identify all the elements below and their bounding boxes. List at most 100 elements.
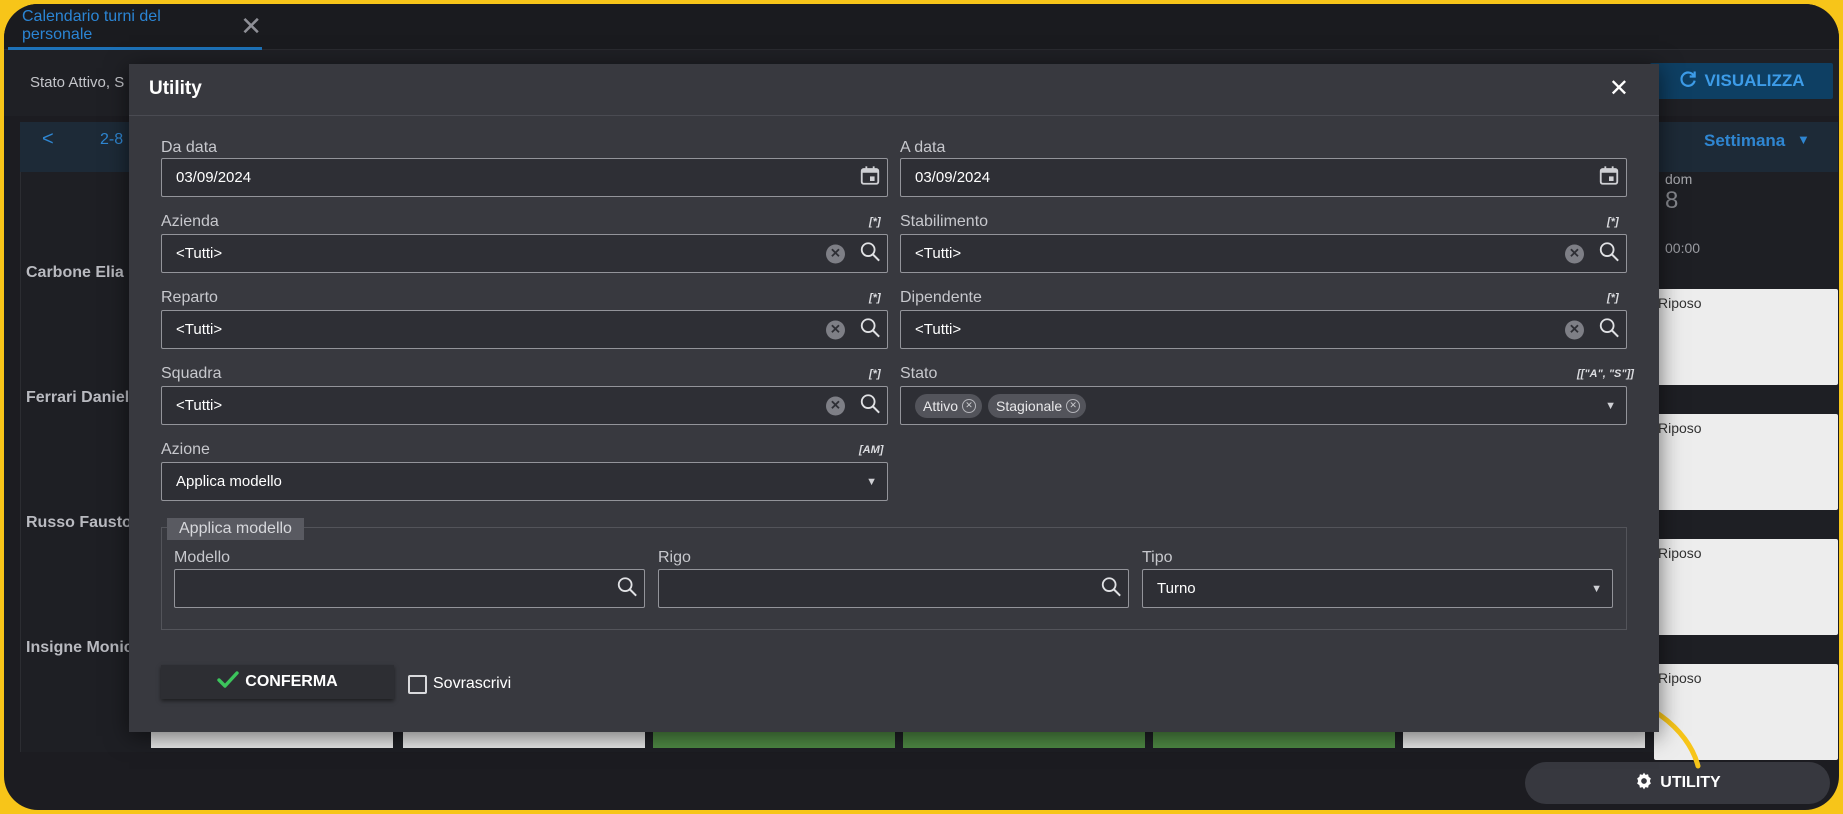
chip-remove-icon[interactable]: ✕ [962,398,977,413]
chip-stagionale[interactable]: Stagionale ✕ [988,393,1087,418]
employee-name: Insigne Monic [26,639,133,656]
modello-label: Modello [174,549,231,566]
reparto-value: <Tutti> [176,321,223,338]
date-range-label: 2-8 [100,131,124,148]
squadra-value: <Tutti> [176,397,223,414]
gear-icon [1634,771,1654,796]
shift-cell[interactable]: Riposo [1654,289,1838,385]
employee-name: Carbone Elia [26,264,124,281]
reparto-label: Reparto [161,289,218,306]
conferma-button[interactable]: CONFERMA [161,665,394,699]
rigo-label: Rigo [658,549,691,566]
search-icon[interactable] [1598,316,1620,343]
clear-icon[interactable]: ✕ [1565,244,1584,263]
tipo-value: Turno [1157,580,1196,597]
stato-label: Stato [900,365,938,382]
search-icon[interactable] [616,575,638,602]
dialog-title: Utility [149,78,202,99]
search-icon[interactable] [859,392,881,419]
azione-select[interactable]: Applica modello ▼ [161,462,888,501]
tipo-select[interactable]: Turno ▼ [1142,569,1613,608]
rigo-input[interactable] [658,569,1129,608]
dialog-header: Utility ✕ [129,64,1659,116]
squadra-hint: [*] [869,368,881,380]
shift-cell[interactable]: Riposo [1654,414,1838,510]
a-data-input[interactable]: 03/09/2024 [900,158,1627,197]
azienda-label: Azienda [161,213,219,230]
azione-label: Azione [161,441,210,458]
clear-icon[interactable]: ✕ [826,320,845,339]
search-icon[interactable] [859,240,881,267]
refresh-icon [1678,69,1698,94]
da-data-label: Da data [161,139,218,156]
visualizza-label: VISUALIZZA [1704,71,1805,90]
caret-down-icon[interactable]: ▼ [866,476,877,488]
squadra-input[interactable]: <Tutti> ✕ [161,386,888,425]
chip-remove-icon[interactable]: ✕ [1066,398,1081,413]
employee-name: Russo Fausto [26,514,132,531]
day-name: dom [1665,171,1693,187]
caret-down-icon[interactable]: ▼ [1591,583,1602,595]
reparto-input[interactable]: <Tutti> ✕ [161,310,888,349]
caret-down-icon: ▼ [1797,132,1810,147]
azienda-input[interactable]: <Tutti> ✕ [161,234,888,273]
chip-attivo[interactable]: Attivo ✕ [915,393,983,418]
da-data-value: 03/09/2024 [176,169,252,186]
a-data-label: A data [900,139,946,156]
shift-cell-strip [1153,730,1395,748]
shift-cell-strip [151,730,393,748]
conferma-label: CONFERMA [245,673,338,690]
clear-icon[interactable]: ✕ [826,396,845,415]
dipendente-hint: [*] [1607,292,1619,304]
stabilimento-input[interactable]: <Tutti> ✕ [900,234,1627,273]
da-data-input[interactable]: 03/09/2024 [161,158,888,197]
modello-text[interactable] [189,580,644,597]
sovrascrivi-label[interactable]: Sovrascrivi [433,675,511,693]
shift-cell[interactable]: Riposo [1654,539,1838,635]
calendar-icon[interactable] [1598,164,1620,191]
search-icon[interactable] [859,316,881,343]
a-data-value: 03/09/2024 [915,169,991,186]
azienda-value: <Tutti> [176,245,223,262]
caret-down-icon[interactable]: ▼ [1605,400,1616,412]
shift-cell-strip [903,730,1145,748]
close-icon[interactable]: ✕ [1609,74,1629,103]
dipendente-value: <Tutti> [915,321,962,338]
rigo-text[interactable] [673,580,1128,597]
tab-calendario[interactable]: Calendario turni del personale ✕ [8,4,262,50]
day-number: 8 [1665,187,1679,214]
stabilimento-hint: [*] [1607,216,1619,228]
employee-name: Ferrari Daniele [26,389,139,406]
chip-label: Attivo [923,397,959,414]
tab-bar: Calendario turni del personale ✕ [4,4,1839,50]
tipo-label: Tipo [1142,549,1173,566]
check-icon [217,670,239,694]
day-time: 00:00 [1665,240,1701,256]
group-legend: Applica modello [167,518,304,540]
squadra-label: Squadra [161,365,222,382]
dipendente-input[interactable]: <Tutti> ✕ [900,310,1627,349]
clear-icon[interactable]: ✕ [826,244,845,263]
sovrascrivi-checkbox[interactable] [408,675,427,694]
modello-input[interactable] [174,569,645,608]
visualizza-button[interactable]: VISUALIZZA [1650,63,1833,99]
shift-cell-strip [403,730,645,748]
utility-label: UTILITY [1660,774,1721,791]
search-icon[interactable] [1598,240,1620,267]
stato-multiselect[interactable]: Attivo ✕ Stagionale ✕ ▼ [900,386,1627,425]
chip-label: Stagionale [996,397,1063,414]
azione-value: Applica modello [176,473,282,490]
stato-filter-text: Stato Attivo, S [30,74,125,91]
reparto-hint: [*] [869,292,881,304]
azienda-hint: [*] [869,216,881,228]
shift-cell-strip [653,730,895,748]
search-icon[interactable] [1100,575,1122,602]
utility-dialog: Utility ✕ Da data 03/09/2024 A data 03/0… [129,64,1659,732]
view-mode-select[interactable]: Settimana [1704,131,1785,151]
calendar-icon[interactable] [859,164,881,191]
stabilimento-value: <Tutti> [915,245,962,262]
close-icon[interactable]: ✕ [240,13,262,39]
stabilimento-label: Stabilimento [900,213,989,230]
clear-icon[interactable]: ✕ [1565,320,1584,339]
chevron-left-icon[interactable]: < [42,128,54,151]
